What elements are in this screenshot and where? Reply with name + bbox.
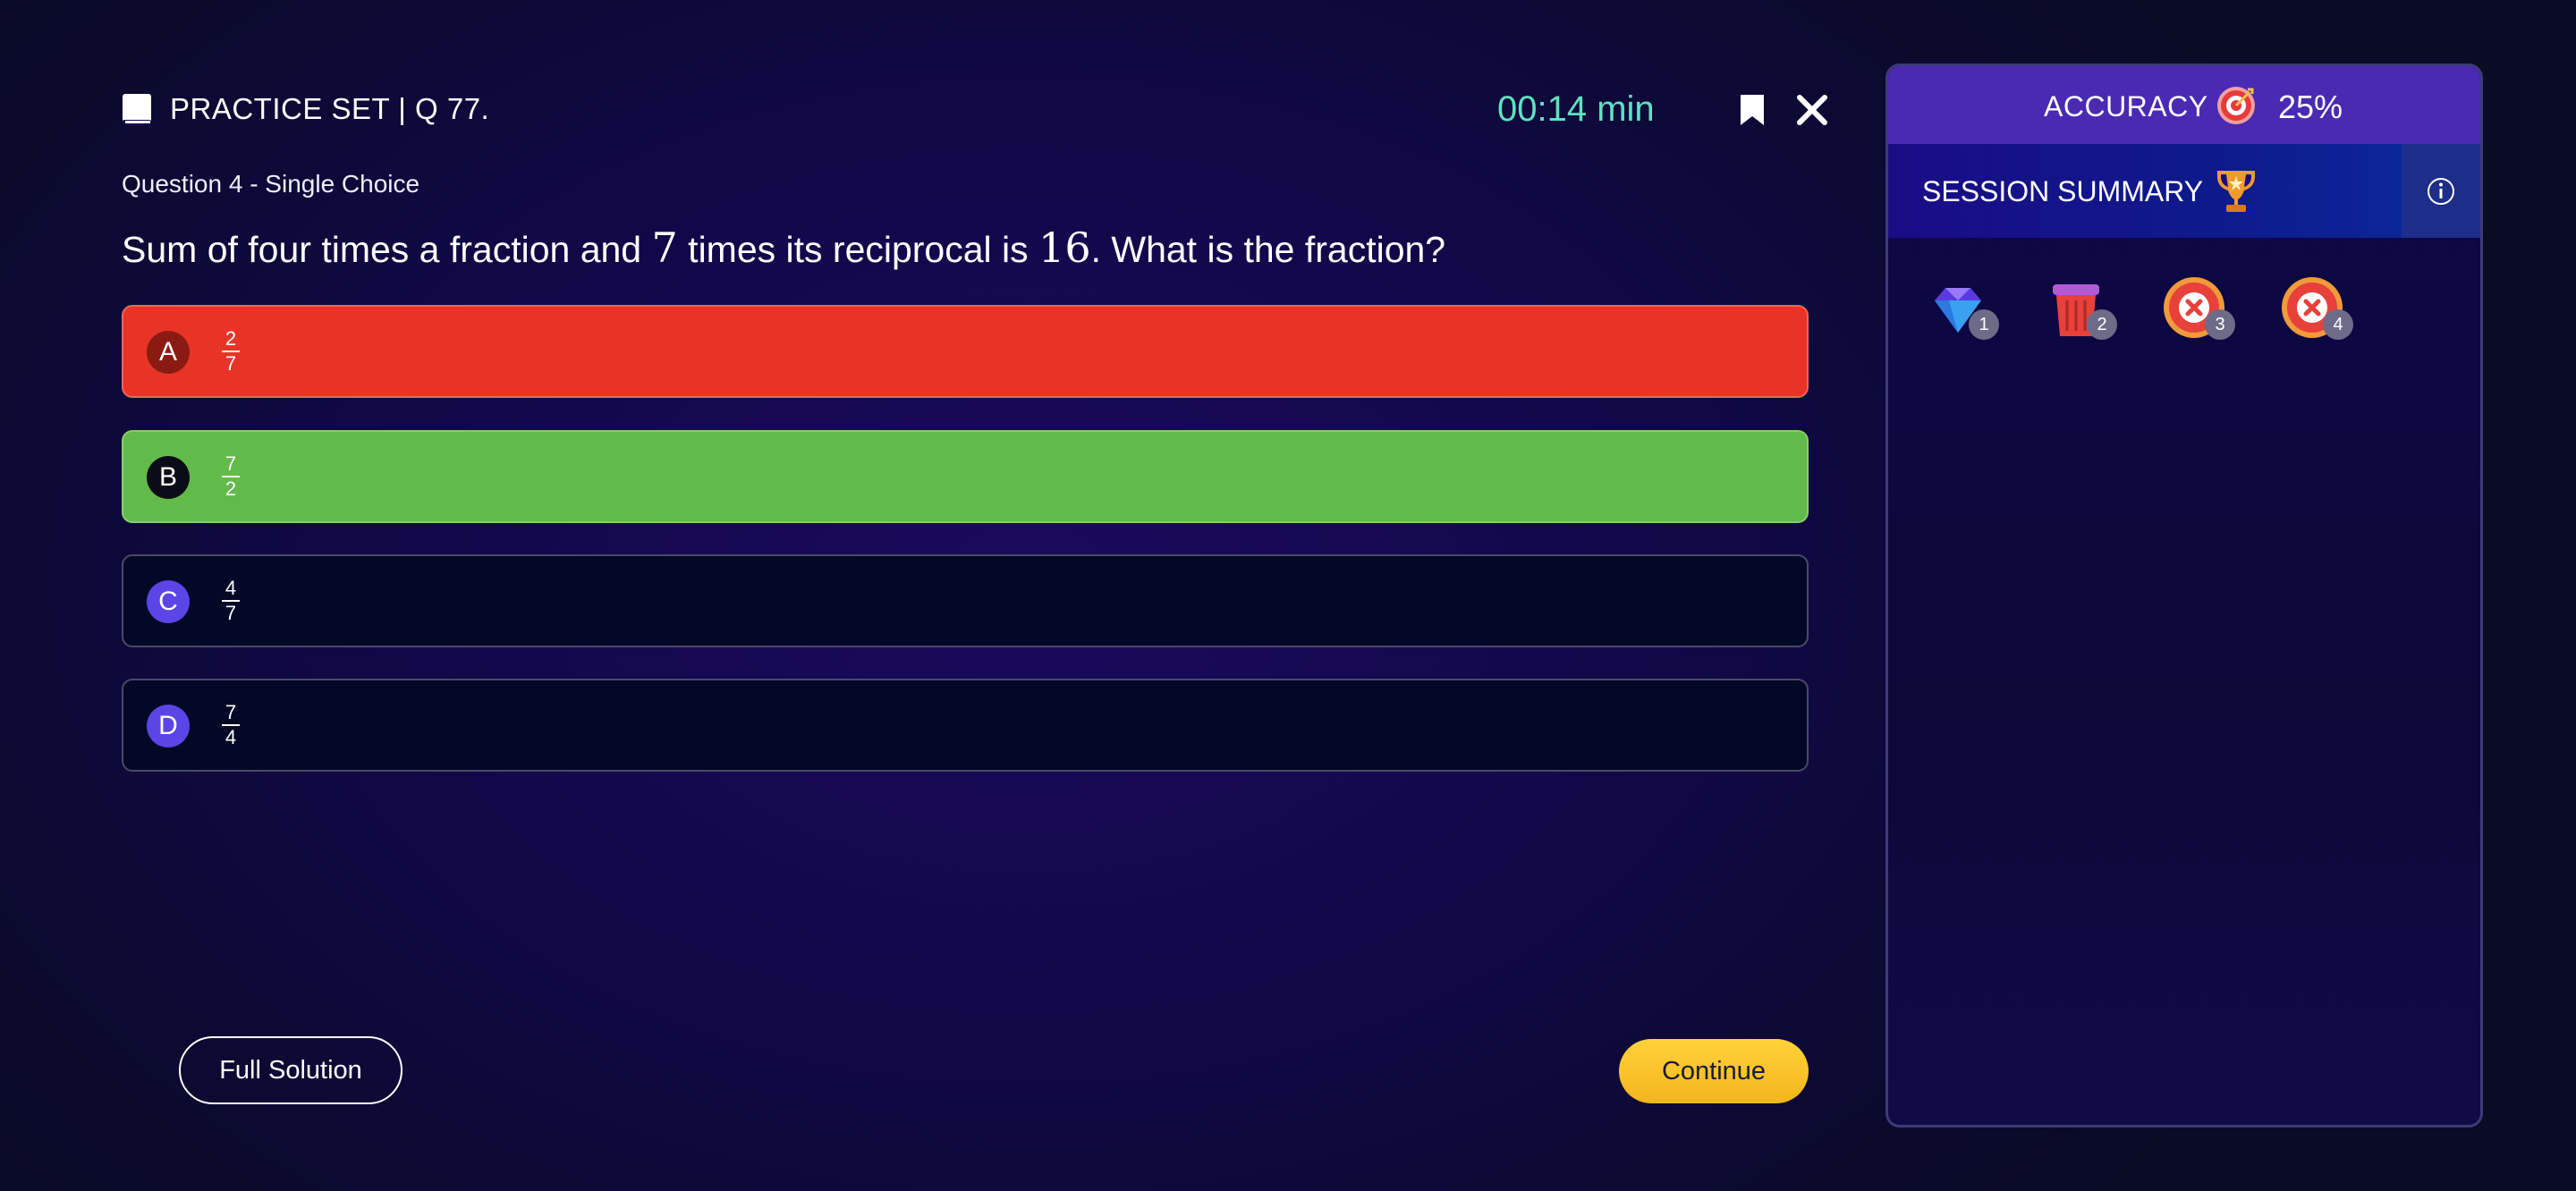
- close-icon[interactable]: [1795, 93, 1829, 127]
- book-icon: [123, 94, 151, 126]
- fraction-numerator: 4: [225, 577, 237, 599]
- accuracy-value: 25%: [2278, 89, 2343, 125]
- fraction-denominator: 4: [225, 726, 237, 748]
- accuracy-bar: ACCURACY 25%: [1888, 66, 2480, 144]
- option-c[interactable]: C 4 7: [122, 554, 1809, 647]
- full-solution-button[interactable]: Full Solution: [179, 1036, 402, 1104]
- option-fraction: 7 2: [222, 453, 240, 500]
- badge-count: 3: [2205, 309, 2235, 340]
- accuracy-label: ACCURACY: [2044, 90, 2208, 122]
- badge-count: 2: [2087, 309, 2117, 340]
- timer: 00:14 min: [1497, 89, 1655, 129]
- badge-3[interactable]: 3: [2158, 274, 2241, 356]
- option-letter: D: [147, 705, 190, 748]
- fraction-denominator: 7: [225, 352, 237, 375]
- session-summary-bar: SESSION SUMMARY: [1888, 144, 2480, 238]
- fraction-denominator: 2: [225, 477, 237, 500]
- option-a[interactable]: A 2 7: [122, 305, 1809, 398]
- fraction-denominator: 7: [225, 602, 237, 624]
- question-text-part: . What is the fraction?: [1090, 229, 1446, 270]
- badge-1[interactable]: 1: [1922, 274, 2004, 356]
- option-fraction: 7 4: [222, 702, 240, 748]
- practice-set-title: PRACTICE SET | Q 77.: [170, 92, 490, 125]
- session-panel: ACCURACY 25% SESSION SUMMARY 1 2 3 4: [1885, 63, 2483, 1128]
- question-number: 16: [1038, 224, 1091, 272]
- trophy-icon: [2217, 171, 2255, 212]
- question-text: Sum of four times a fraction and 7 times…: [122, 224, 1445, 272]
- option-fraction: 4 7: [222, 578, 240, 624]
- continue-button[interactable]: Continue: [1619, 1039, 1809, 1103]
- target-icon: [2217, 87, 2255, 124]
- option-b[interactable]: B 7 2: [122, 430, 1809, 523]
- info-button[interactable]: [2402, 144, 2480, 238]
- option-letter: B: [147, 456, 190, 499]
- badge-count: 4: [2323, 309, 2353, 340]
- question-text-part: times its reciprocal is: [677, 229, 1039, 270]
- fraction-numerator: 7: [225, 701, 237, 723]
- option-d[interactable]: D 7 4: [122, 679, 1809, 772]
- question-meta: Question 4 - Single Choice: [122, 170, 420, 198]
- fraction-numerator: 7: [225, 452, 237, 475]
- info-icon: [2428, 177, 2454, 205]
- option-letter: A: [147, 331, 190, 374]
- question-text-part: Sum of four times a fraction and: [122, 229, 652, 270]
- option-fraction: 2 7: [222, 328, 240, 375]
- badge-2[interactable]: 2: [2040, 274, 2123, 356]
- session-summary-label: SESSION SUMMARY: [1922, 175, 2204, 207]
- bookmark-icon[interactable]: [1739, 93, 1766, 127]
- option-letter: C: [147, 580, 190, 623]
- badge-count: 1: [1969, 309, 1999, 340]
- badge-4[interactable]: 4: [2276, 274, 2359, 356]
- question-number: 7: [651, 224, 678, 272]
- fraction-numerator: 2: [225, 327, 237, 350]
